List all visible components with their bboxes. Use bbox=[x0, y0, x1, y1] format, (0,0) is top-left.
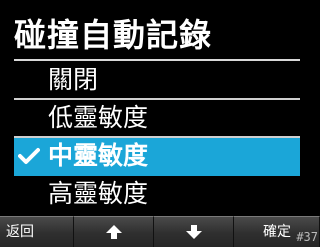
confirm-label: 確定 bbox=[263, 224, 291, 240]
option-low-sensitivity[interactable]: 低靈敏度 bbox=[14, 100, 300, 138]
option-medium-sensitivity[interactable]: 中靈敏度 bbox=[14, 138, 300, 176]
option-high-sensitivity[interactable]: 高靈敏度 bbox=[14, 176, 300, 214]
checkmark-icon bbox=[18, 148, 40, 164]
dashcam-menu-screen: 碰撞自動記錄 關閉 低靈敏度 中靈敏度 高靈敏度 返回 確定 #37 bbox=[0, 0, 320, 247]
menu-title: 碰撞自動記錄 bbox=[14, 16, 213, 54]
option-label: 低靈敏度 bbox=[48, 103, 149, 132]
option-label: 關閉 bbox=[48, 65, 99, 94]
back-label: 返回 bbox=[6, 224, 34, 240]
option-label: 中靈敏度 bbox=[48, 141, 149, 170]
down-button[interactable] bbox=[154, 216, 234, 247]
up-button[interactable] bbox=[74, 216, 154, 247]
back-button[interactable]: 返回 bbox=[0, 216, 74, 247]
option-label: 高靈敏度 bbox=[48, 179, 149, 208]
softkey-bar: 返回 確定 bbox=[0, 216, 320, 247]
arrow-down-icon bbox=[185, 225, 202, 239]
title-divider bbox=[14, 59, 300, 61]
watermark: #37 bbox=[296, 230, 318, 244]
arrow-up-icon bbox=[105, 225, 122, 239]
sensitivity-options-list: 關閉 低靈敏度 中靈敏度 高靈敏度 bbox=[14, 62, 300, 214]
option-off[interactable]: 關閉 bbox=[14, 62, 300, 100]
